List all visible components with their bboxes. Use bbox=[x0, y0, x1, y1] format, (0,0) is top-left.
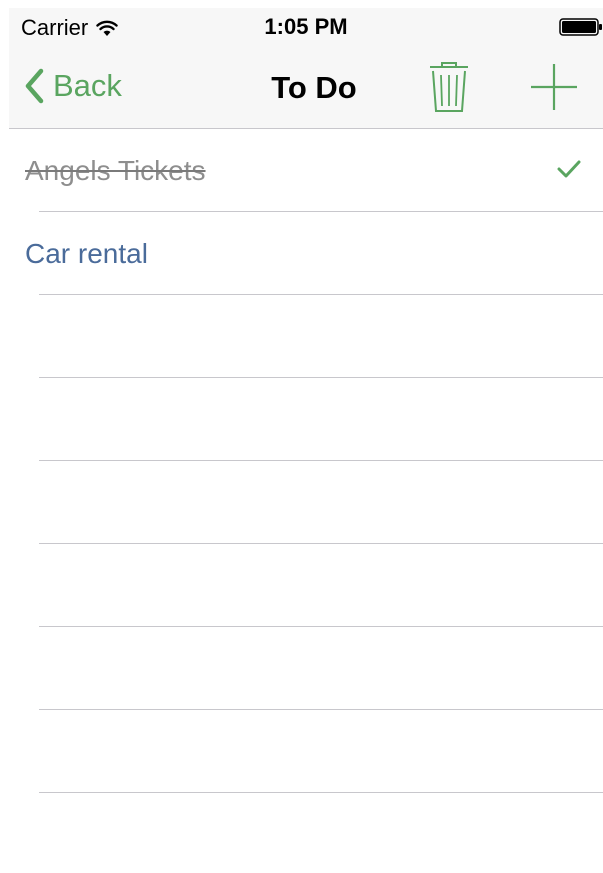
list-item[interactable]: Angels Tickets bbox=[9, 129, 603, 212]
list-item[interactable]: Car rental bbox=[9, 212, 603, 295]
empty-row bbox=[9, 544, 603, 627]
battery-icon bbox=[559, 18, 602, 36]
status-bar: Carrier 1:05 PM bbox=[9, 8, 603, 46]
empty-row bbox=[9, 295, 603, 378]
navigation-bar: Back To Do bbox=[9, 46, 603, 129]
screen: Carrier 1:05 PM Back To Do Angels Ticket… bbox=[9, 8, 603, 873]
todo-list: Angels Tickets Car rental bbox=[9, 129, 603, 793]
empty-row bbox=[9, 461, 603, 544]
plus-icon[interactable] bbox=[529, 62, 579, 112]
trash-icon[interactable] bbox=[427, 60, 471, 114]
empty-row bbox=[9, 627, 603, 710]
page-title: To Do bbox=[271, 70, 357, 105]
empty-row bbox=[9, 378, 603, 461]
todo-label: Angels Tickets bbox=[25, 155, 206, 186]
empty-row bbox=[9, 710, 603, 793]
todo-label: Car rental bbox=[25, 238, 148, 269]
status-time: 1:05 PM bbox=[264, 14, 348, 39]
checkmark-icon bbox=[557, 160, 581, 178]
